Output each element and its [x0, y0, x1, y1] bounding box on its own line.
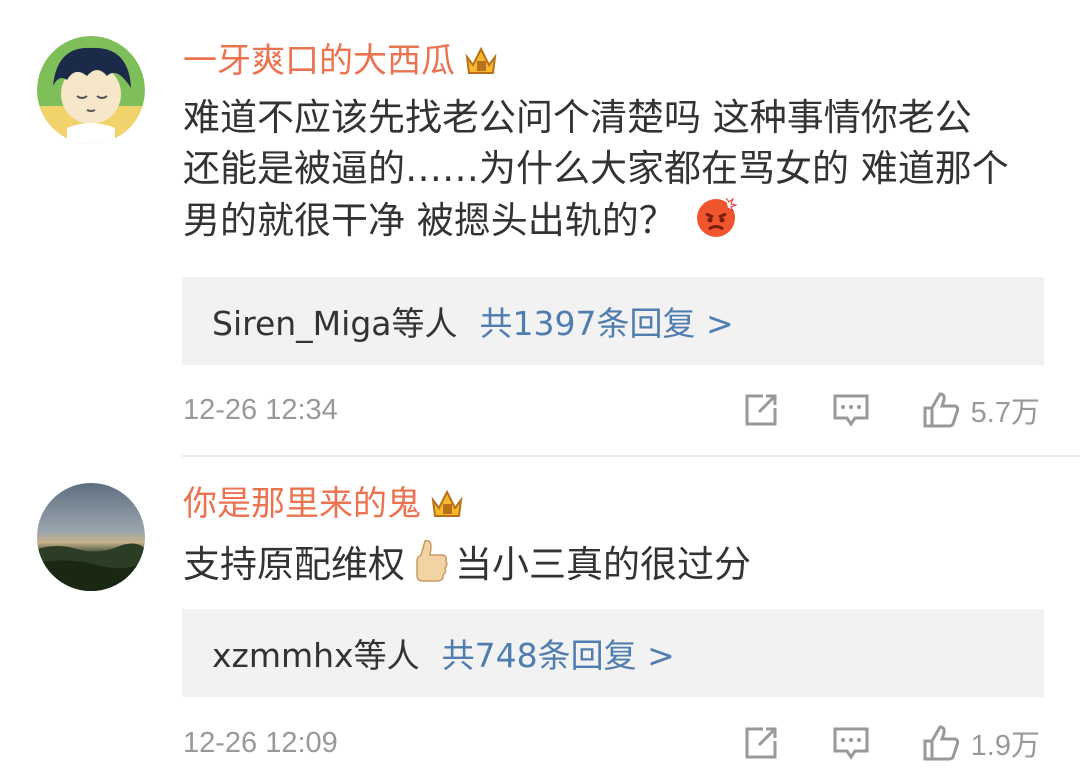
comment-meta: 12-26 12:34 5.7万	[183, 390, 1040, 430]
like-icon[interactable]	[921, 723, 961, 763]
comment-text-line: 男的就很干净 被摁头出轨的？	[183, 194, 1044, 251]
like-icon[interactable]	[921, 390, 961, 430]
replies-link[interactable]: xzmmhx等人 共748条回复 >	[182, 609, 1044, 697]
comment-text-line: 还能是被逼的……为什么大家都在骂女的 难道那个	[183, 147, 1009, 190]
like-count: 5.7万	[970, 397, 1040, 429]
comment-item: 你是那里来的鬼 支持原配维权 当小三真的很过分 xzmmhx等人 共748条回复…	[0, 457, 1080, 771]
crown-icon	[463, 43, 499, 79]
replies-link[interactable]: Siren_Miga等人 共1397条回复 >	[182, 277, 1044, 365]
action-bar: 1.9万	[741, 723, 1040, 763]
timestamp: 12-26 12:34	[183, 393, 338, 426]
action-bar: 5.7万	[741, 390, 1040, 430]
username[interactable]: 一牙爽口的大西瓜	[183, 41, 499, 81]
replies-count: 共1397条回复 >	[479, 304, 734, 343]
username-text[interactable]: 你是那里来的鬼	[183, 484, 421, 524]
thumbs-up-icon	[411, 537, 449, 596]
comment-meta: 12-26 12:09 1.9万	[183, 723, 1040, 763]
comment-text-line: 难道不应该先找老公问个清楚吗 这种事情你老公	[183, 96, 972, 139]
avatar[interactable]	[37, 483, 145, 591]
replies-count: 共748条回复 >	[441, 636, 675, 675]
crown-icon	[429, 486, 465, 522]
comment-icon[interactable]	[831, 723, 871, 763]
share-icon[interactable]	[741, 723, 781, 763]
avatar[interactable]	[37, 36, 145, 144]
comment-text-segment: 支持原配维权	[183, 543, 405, 586]
comment-item: 一牙爽口的大西瓜 难道不应该先找老公问个清楚吗 这种事情你老公 还能是被逼的………	[0, 0, 1080, 456]
timestamp: 12-26 12:09	[183, 726, 338, 759]
comment-text: 支持原配维权 当小三真的很过分	[183, 537, 1044, 596]
comment-text-segment: 当小三真的很过分	[455, 543, 751, 586]
comment-icon[interactable]	[831, 390, 871, 430]
username[interactable]: 你是那里来的鬼	[183, 484, 465, 524]
share-icon[interactable]	[741, 390, 781, 430]
like-count: 1.9万	[970, 730, 1040, 762]
comment-text: 难道不应该先找老公问个清楚吗 这种事情你老公 还能是被逼的……为什么大家都在骂女…	[183, 92, 1044, 251]
comment-text-segment: 男的就很干净 被摁头出轨的？	[183, 199, 676, 242]
replies-others: Siren_Miga等人	[212, 304, 458, 343]
angry-face-icon	[694, 194, 738, 251]
username-text[interactable]: 一牙爽口的大西瓜	[183, 41, 455, 81]
replies-others: xzmmhx等人	[212, 636, 420, 675]
